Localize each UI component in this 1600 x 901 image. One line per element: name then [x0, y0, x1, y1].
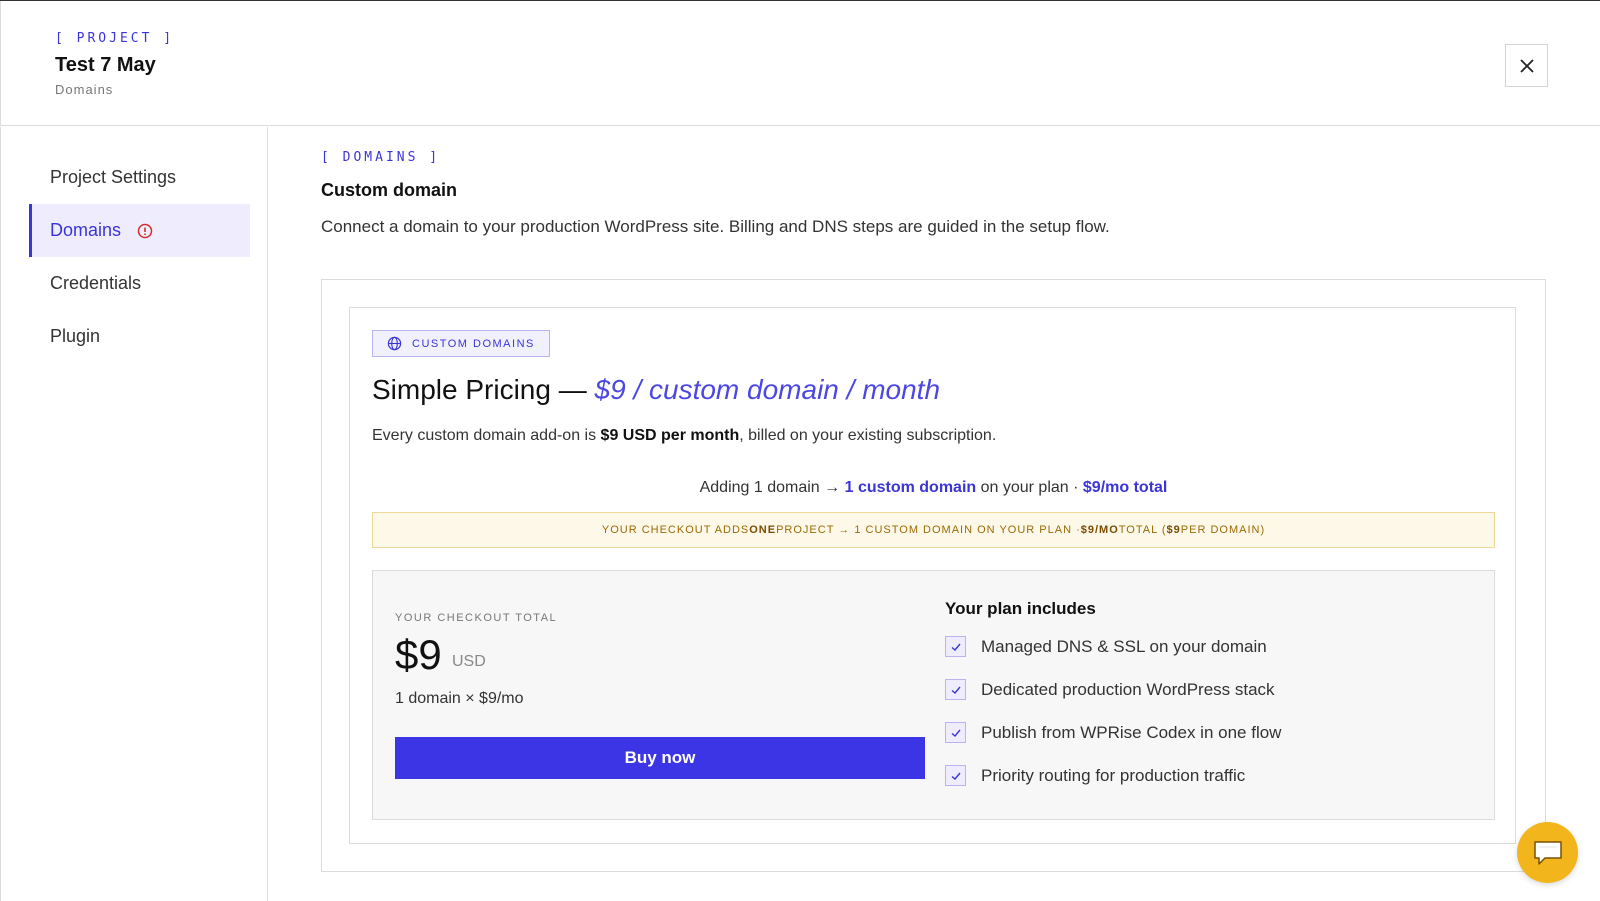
- modal-header: [ PROJECT ] Test 7 May Domains: [0, 1, 1600, 126]
- sidebar-item-plugin[interactable]: Plugin: [29, 310, 250, 363]
- adding-middle: on your plan ·: [976, 479, 1083, 496]
- checkout-panel: [372, 570, 1495, 820]
- plan-feature-item: Priority routing for production traffic: [945, 765, 1245, 786]
- plan-feature-item: Publish from WPRise Codex in one flow: [945, 722, 1281, 743]
- notice-bold-one: ONE: [749, 524, 777, 536]
- plan-feature-label: Dedicated production WordPress stack: [981, 679, 1275, 699]
- plan-feature-label: Managed DNS & SSL on your domain: [981, 636, 1267, 656]
- buy-now-button[interactable]: Buy now: [395, 737, 925, 779]
- adding-accent: 1 custom domain: [844, 479, 977, 496]
- notice-suffix: PER DOMAIN): [1180, 524, 1266, 536]
- checkout-total-label: YOUR CHECKOUT TOTAL: [395, 612, 558, 624]
- pricing-description: Every custom domain add-on is $9 USD per…: [372, 427, 996, 445]
- check-icon: [945, 679, 966, 700]
- sidebar-item-label: Credentials: [50, 273, 142, 293]
- custom-domains-badge: CUSTOM DOMAINS: [372, 330, 550, 357]
- badge-label: CUSTOM DOMAINS: [412, 337, 535, 350]
- pricing-title-accent: $9 / custom domain / month: [594, 374, 941, 405]
- close-button[interactable]: [1505, 44, 1548, 87]
- alert-circle-icon: [137, 223, 153, 238]
- globe-icon: [387, 336, 402, 351]
- adding-summary: Adding 1 domain → 1 custom domain on you…: [372, 479, 1495, 497]
- section-description: Connect a domain to your production Word…: [321, 217, 1110, 236]
- close-icon: [1519, 58, 1534, 73]
- checkout-rate: 1 domain × $9/mo: [395, 690, 524, 707]
- plan-feature-label: Publish from WPRise Codex in one flow: [981, 722, 1282, 742]
- checkout-total-amount: $9: [395, 631, 442, 678]
- checkout-notice-banner: YOUR CHECKOUT ADDS ONE PROJECT → 1 CUSTO…: [372, 512, 1495, 548]
- pricing-line-price: $9 USD per month: [600, 427, 740, 444]
- notice-middle-two: TOTAL (: [1118, 524, 1167, 536]
- plan-feature-label: Priority routing for production traffic: [981, 765, 1246, 785]
- pricing-title-prefix: Simple Pricing —: [372, 374, 595, 405]
- settings-sidebar: Project Settings Domains Credentials Plu…: [0, 127, 268, 901]
- sidebar-item-label: Project Settings: [50, 167, 177, 187]
- header-eyebrow: [ PROJECT ]: [55, 31, 175, 46]
- adding-total: $9/mo total: [1082, 479, 1168, 496]
- project-section-label: Domains: [55, 82, 114, 97]
- section-title: Custom domain: [321, 180, 458, 200]
- sidebar-item-domains[interactable]: Domains: [29, 204, 250, 257]
- notice-prefix: YOUR CHECKOUT ADDS: [601, 524, 750, 536]
- pricing-title: Simple Pricing — $9 / custom domain / mo…: [372, 374, 940, 406]
- plan-feature-item: Dedicated production WordPress stack: [945, 679, 1275, 700]
- chat-support-button[interactable]: [1517, 822, 1578, 883]
- sidebar-item-project-settings[interactable]: Project Settings: [29, 151, 250, 204]
- notice-middle: PROJECT → 1 CUSTOM DOMAIN ON YOUR PLAN ·: [776, 524, 1081, 536]
- section-eyebrow: [ DOMAINS ]: [321, 150, 441, 165]
- checkout-currency: USD: [452, 653, 486, 670]
- notice-bold-rate: $9/MO: [1080, 524, 1119, 536]
- check-icon: [945, 722, 966, 743]
- notice-bold-price: $9: [1166, 524, 1181, 536]
- project-title: Test 7 May: [55, 54, 156, 76]
- pricing-line-suffix: , billed on your existing subscription.: [739, 427, 997, 444]
- chat-icon: [1533, 840, 1562, 865]
- sidebar-item-label: Domains: [50, 220, 122, 240]
- check-icon: [945, 636, 966, 657]
- sidebar-item-label: Plugin: [50, 326, 101, 346]
- plan-includes-title: Your plan includes: [945, 599, 1096, 618]
- sidebar-item-credentials[interactable]: Credentials: [29, 257, 250, 310]
- plan-feature-item: Managed DNS & SSL on your domain: [945, 636, 1267, 657]
- check-icon: [945, 765, 966, 786]
- adding-prefix: Adding 1 domain →: [699, 479, 845, 496]
- pricing-line-prefix: Every custom domain add-on is: [372, 427, 601, 444]
